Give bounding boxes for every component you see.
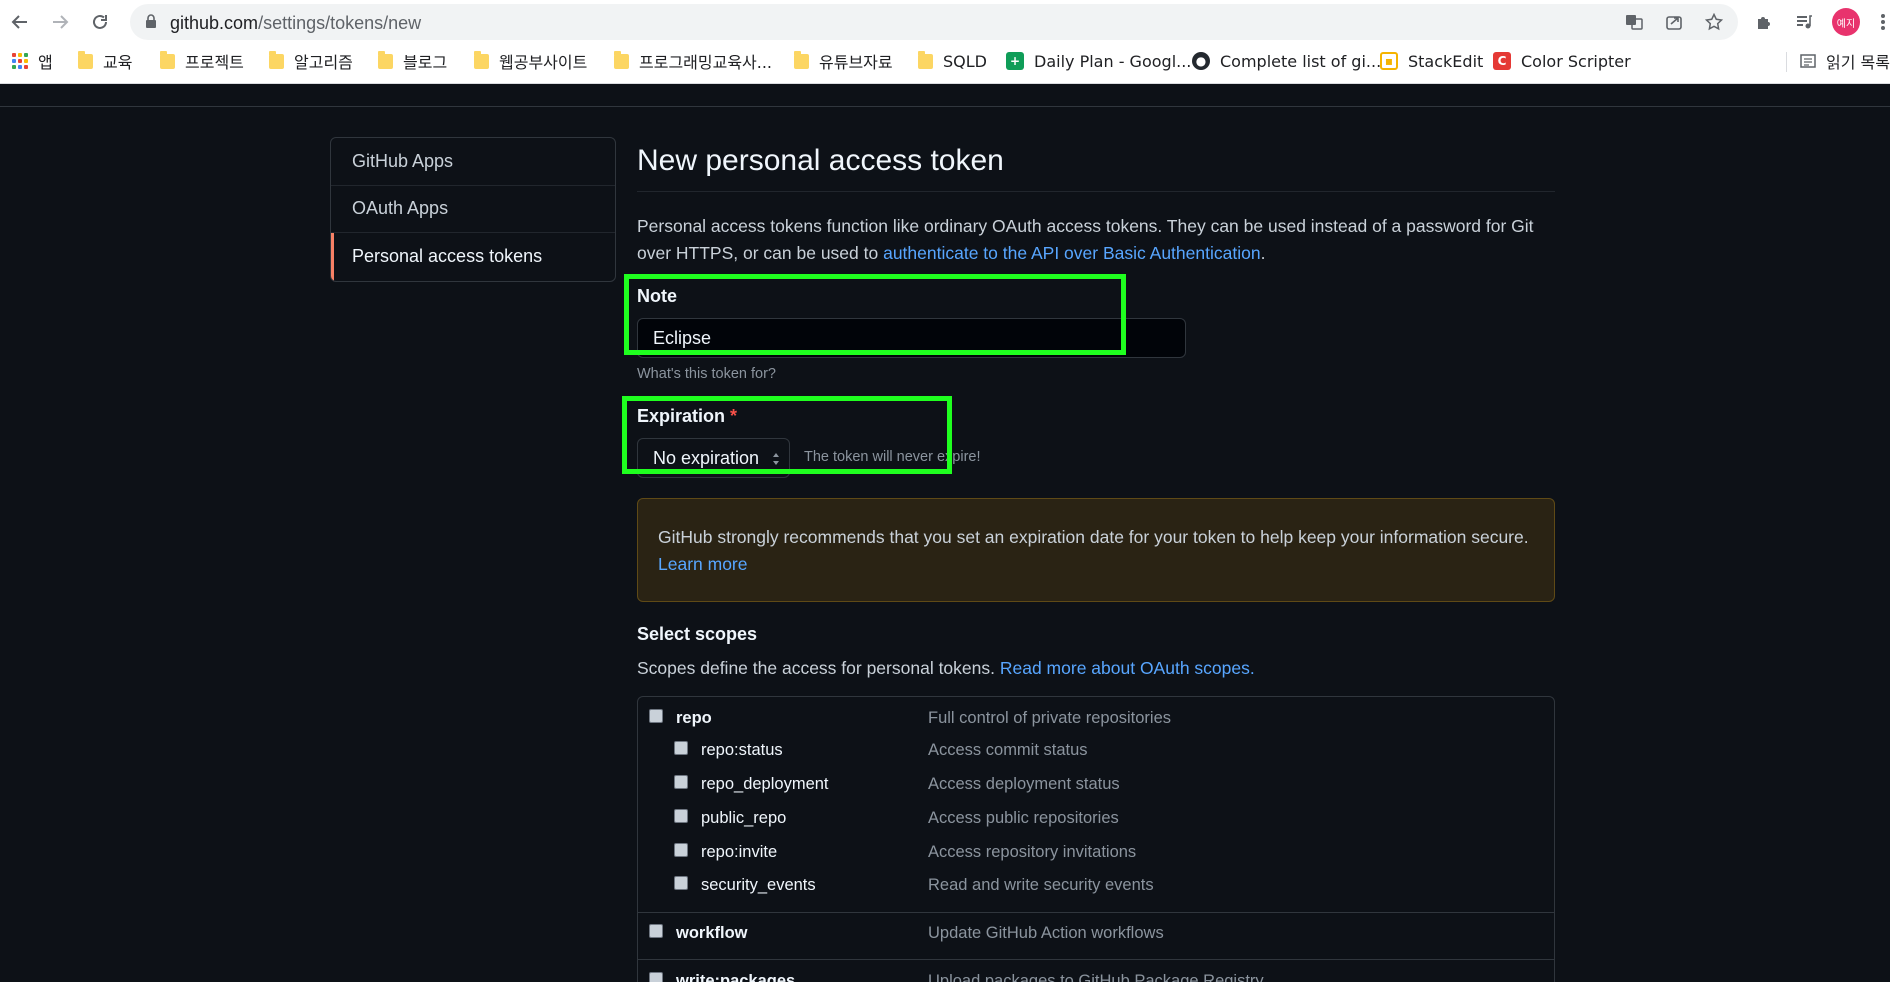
bookmark-folder[interactable]: 교육 <box>78 50 132 72</box>
bookmark-folder[interactable]: 웹공부사이트 <box>474 50 587 72</box>
color-scripter-icon: C <box>1493 52 1511 70</box>
bookmark-apps[interactable]: 앱 <box>12 50 53 72</box>
scope-row-repo: repo Full control of private repositorie… <box>638 707 1554 735</box>
scope-name: security_events <box>701 876 816 894</box>
reading-list-icon <box>1800 54 1816 68</box>
scope-description: Access public repositories <box>928 809 1119 827</box>
folder-icon <box>160 50 175 69</box>
lock-icon <box>146 14 156 28</box>
bookmark-folder[interactable]: 프로젝트 <box>160 50 244 72</box>
apps-grid-icon <box>12 53 28 69</box>
scope-description: Full control of private repositories <box>928 709 1172 727</box>
scope-row-workflow: workflow Update GitHub Action workflows <box>638 923 1554 951</box>
url-text: github.com/settings/tokens/new <box>170 13 422 33</box>
sidebar-item-label: Personal access tokens <box>352 246 543 267</box>
token-form: New personal access token Personal acces… <box>622 140 1555 982</box>
scope-row-public-repo: public_repo Access public repositories <box>638 808 1554 836</box>
scope-name: workflow <box>676 924 748 942</box>
scope-row-security-events: security_events Read and write security … <box>638 875 1554 903</box>
bookmark-color-scripter[interactable]: C Color Scripter <box>1493 50 1631 72</box>
folder-icon <box>918 50 933 69</box>
stackedit-icon: ▪ <box>1380 52 1398 70</box>
scope-description: Upload packages to GitHub Package Regist… <box>928 972 1264 982</box>
page-title: New personal access token <box>637 140 1555 192</box>
media-control-icon[interactable] <box>1790 8 1818 36</box>
folder-icon <box>78 50 93 69</box>
scope-name: repo:status <box>701 741 783 759</box>
bookmark-folder[interactable]: 유튜브자료 <box>794 50 893 72</box>
bookmark-folder[interactable]: 알고리즘 <box>269 50 353 72</box>
note-hint: What's this token for? <box>637 366 776 382</box>
expiration-highlight-box <box>622 396 952 474</box>
google-sheets-icon: + <box>1006 52 1024 70</box>
scopes-title: Select scopes <box>637 624 758 644</box>
extensions-puzzle-icon[interactable] <box>1750 8 1778 36</box>
bookmark-stackedit[interactable]: ▪ StackEdit <box>1380 50 1483 72</box>
scope-checkbox[interactable] <box>649 709 663 723</box>
share-icon[interactable] <box>1662 10 1686 34</box>
reading-list[interactable]: 읽기 목록 <box>1800 50 1890 72</box>
header-divider <box>0 106 1890 107</box>
sidebar-item-label: OAuth Apps <box>352 198 449 219</box>
folder-icon <box>614 50 629 69</box>
folder-icon <box>794 50 809 69</box>
sidebar-item-github-apps[interactable]: GitHub Apps <box>331 138 615 186</box>
scope-name: write:packages <box>676 972 796 982</box>
scope-checkbox[interactable] <box>649 924 663 938</box>
bookmark-folder[interactable]: 블로그 <box>378 50 447 72</box>
scope-row-repo-status: repo:status Access commit status <box>638 740 1554 768</box>
scope-checkbox[interactable] <box>649 972 663 982</box>
scope-row-write-packages: write:packages Upload packages to GitHub… <box>638 971 1554 982</box>
bookmark-folder[interactable]: SQLD <box>918 50 987 72</box>
scope-checkbox[interactable] <box>674 775 688 789</box>
scope-name: repo <box>676 709 712 727</box>
folder-icon <box>378 50 393 69</box>
scope-description: Access deployment status <box>928 775 1120 793</box>
profile-avatar[interactable]: 예지 <box>1832 8 1860 36</box>
sidebar-item-oauth-apps[interactable]: OAuth Apps <box>331 186 615 233</box>
expiration-warning-banner: GitHub strongly recommends that you set … <box>637 498 1555 602</box>
back-arrow-icon[interactable] <box>6 8 34 36</box>
github-icon: ● <box>1192 52 1210 70</box>
oauth-scopes-link[interactable]: Read more about OAuth scopes. <box>1000 658 1255 678</box>
more-vertical-icon[interactable] <box>1876 8 1890 36</box>
scope-name: public_repo <box>701 809 787 827</box>
translate-icon[interactable] <box>1622 10 1646 34</box>
bookmark-folder[interactable]: 프로그래밍교육사... <box>614 50 772 72</box>
scope-checkbox[interactable] <box>674 809 688 823</box>
scope-row-repo-deployment: repo_deployment Access deployment status <box>638 774 1554 802</box>
scopes-description: Scopes define the access for personal to… <box>637 658 1255 678</box>
scope-checkbox[interactable] <box>674 741 688 755</box>
note-highlight-box <box>624 274 1126 355</box>
folder-icon <box>269 50 284 69</box>
address-bar[interactable]: github.com/settings/tokens/new <box>130 4 1738 40</box>
intro-text: Personal access tokens function like ord… <box>637 216 1534 263</box>
forward-arrow-icon[interactable] <box>46 8 74 36</box>
scope-description: Read and write security events <box>928 876 1154 894</box>
scopes-list: repo Full control of private repositorie… <box>637 696 1555 982</box>
bookmark-daily-plan[interactable]: + Daily Plan - Googl... <box>1006 50 1191 72</box>
developer-settings-menu: GitHub Apps OAuth Apps Personal access t… <box>330 137 616 282</box>
reload-icon[interactable] <box>86 8 114 36</box>
folder-icon <box>474 50 489 69</box>
browser-chrome: github.com/settings/tokens/new 예지 앱 교육 프… <box>0 0 1890 84</box>
scope-name: repo_deployment <box>701 775 829 793</box>
bookmarks-bar: 앱 교육 프로젝트 알고리즘 블로그 웹공부사이트 프로그래밍교육사... 유튜… <box>0 46 1890 76</box>
scope-description: Access repository invitations <box>928 843 1137 861</box>
sidebar-item-personal-access-tokens[interactable]: Personal access tokens <box>331 233 615 281</box>
bookmarks-divider <box>1786 52 1787 72</box>
scope-description: Update GitHub Action workflows <box>928 924 1164 942</box>
sidebar-item-label: GitHub Apps <box>352 150 454 171</box>
scope-row-repo-invite: repo:invite Access repository invitation… <box>638 842 1554 870</box>
scope-divider <box>638 912 1554 913</box>
bookmark-star-icon[interactable] <box>1702 10 1726 34</box>
scope-checkbox[interactable] <box>674 876 688 890</box>
scope-divider <box>638 959 1554 960</box>
scope-description: Access commit status <box>928 741 1088 759</box>
scope-name: repo:invite <box>701 843 778 861</box>
bookmark-github-list[interactable]: ● Complete list of gi... <box>1192 50 1381 72</box>
learn-more-link[interactable]: Learn more <box>658 554 748 574</box>
scope-checkbox[interactable] <box>674 843 688 857</box>
basic-auth-link[interactable]: authenticate to the API over Basic Authe… <box>883 243 1260 263</box>
